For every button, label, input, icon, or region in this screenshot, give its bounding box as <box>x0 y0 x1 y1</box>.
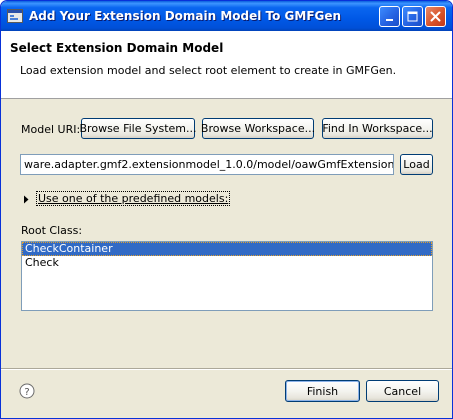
finish-label: Finish <box>306 384 339 398</box>
expand-triangle-icon[interactable] <box>23 194 31 204</box>
footer-separator <box>1 368 452 370</box>
maximize-button[interactable] <box>402 6 423 27</box>
predefined-models-expander[interactable]: Use one of the predefined models: <box>35 191 231 206</box>
page-title: Select Extension Domain Model <box>10 41 224 55</box>
minimize-button[interactable] <box>379 6 400 27</box>
wizard-header: Select Extension Domain Model Load exten… <box>1 31 452 99</box>
window-title: Add Your Extension Domain Model To GMFGe… <box>29 9 342 23</box>
finish-button[interactable]: Finish <box>285 380 360 402</box>
root-class-label: Root Class: <box>21 224 83 237</box>
root-class-list[interactable]: CheckContainer Check <box>21 241 433 311</box>
minimize-icon <box>385 18 393 21</box>
find-in-workspace-button[interactable]: Find In Workspace... <box>322 118 433 139</box>
maximize-icon <box>407 11 418 22</box>
cancel-button[interactable]: Cancel <box>366 380 439 402</box>
gmfgen-window-icon <box>7 9 23 23</box>
list-item[interactable]: Check <box>22 256 432 270</box>
help-icon[interactable]: ? <box>19 383 35 399</box>
dialog-window: Add Your Extension Domain Model To GMFGe… <box>0 0 453 419</box>
model-uri-input[interactable]: ware.adapter.gmf2.extensionmodel_1.0.0/m… <box>20 154 394 175</box>
load-button[interactable]: Load <box>400 154 433 175</box>
browse-file-system-button[interactable]: Browse File System... <box>80 118 196 139</box>
svg-text:?: ? <box>24 387 29 398</box>
close-button[interactable] <box>425 6 446 27</box>
browse-workspace-button[interactable]: Browse Workspace... <box>201 118 315 139</box>
cancel-label: Cancel <box>383 384 422 398</box>
close-icon <box>430 11 441 22</box>
page-description: Load extension model and select root ele… <box>20 64 397 77</box>
title-bar[interactable]: Add Your Extension Domain Model To GMFGe… <box>1 1 452 31</box>
model-uri-label: Model URI: <box>21 123 81 136</box>
list-item[interactable]: CheckContainer <box>22 242 432 256</box>
